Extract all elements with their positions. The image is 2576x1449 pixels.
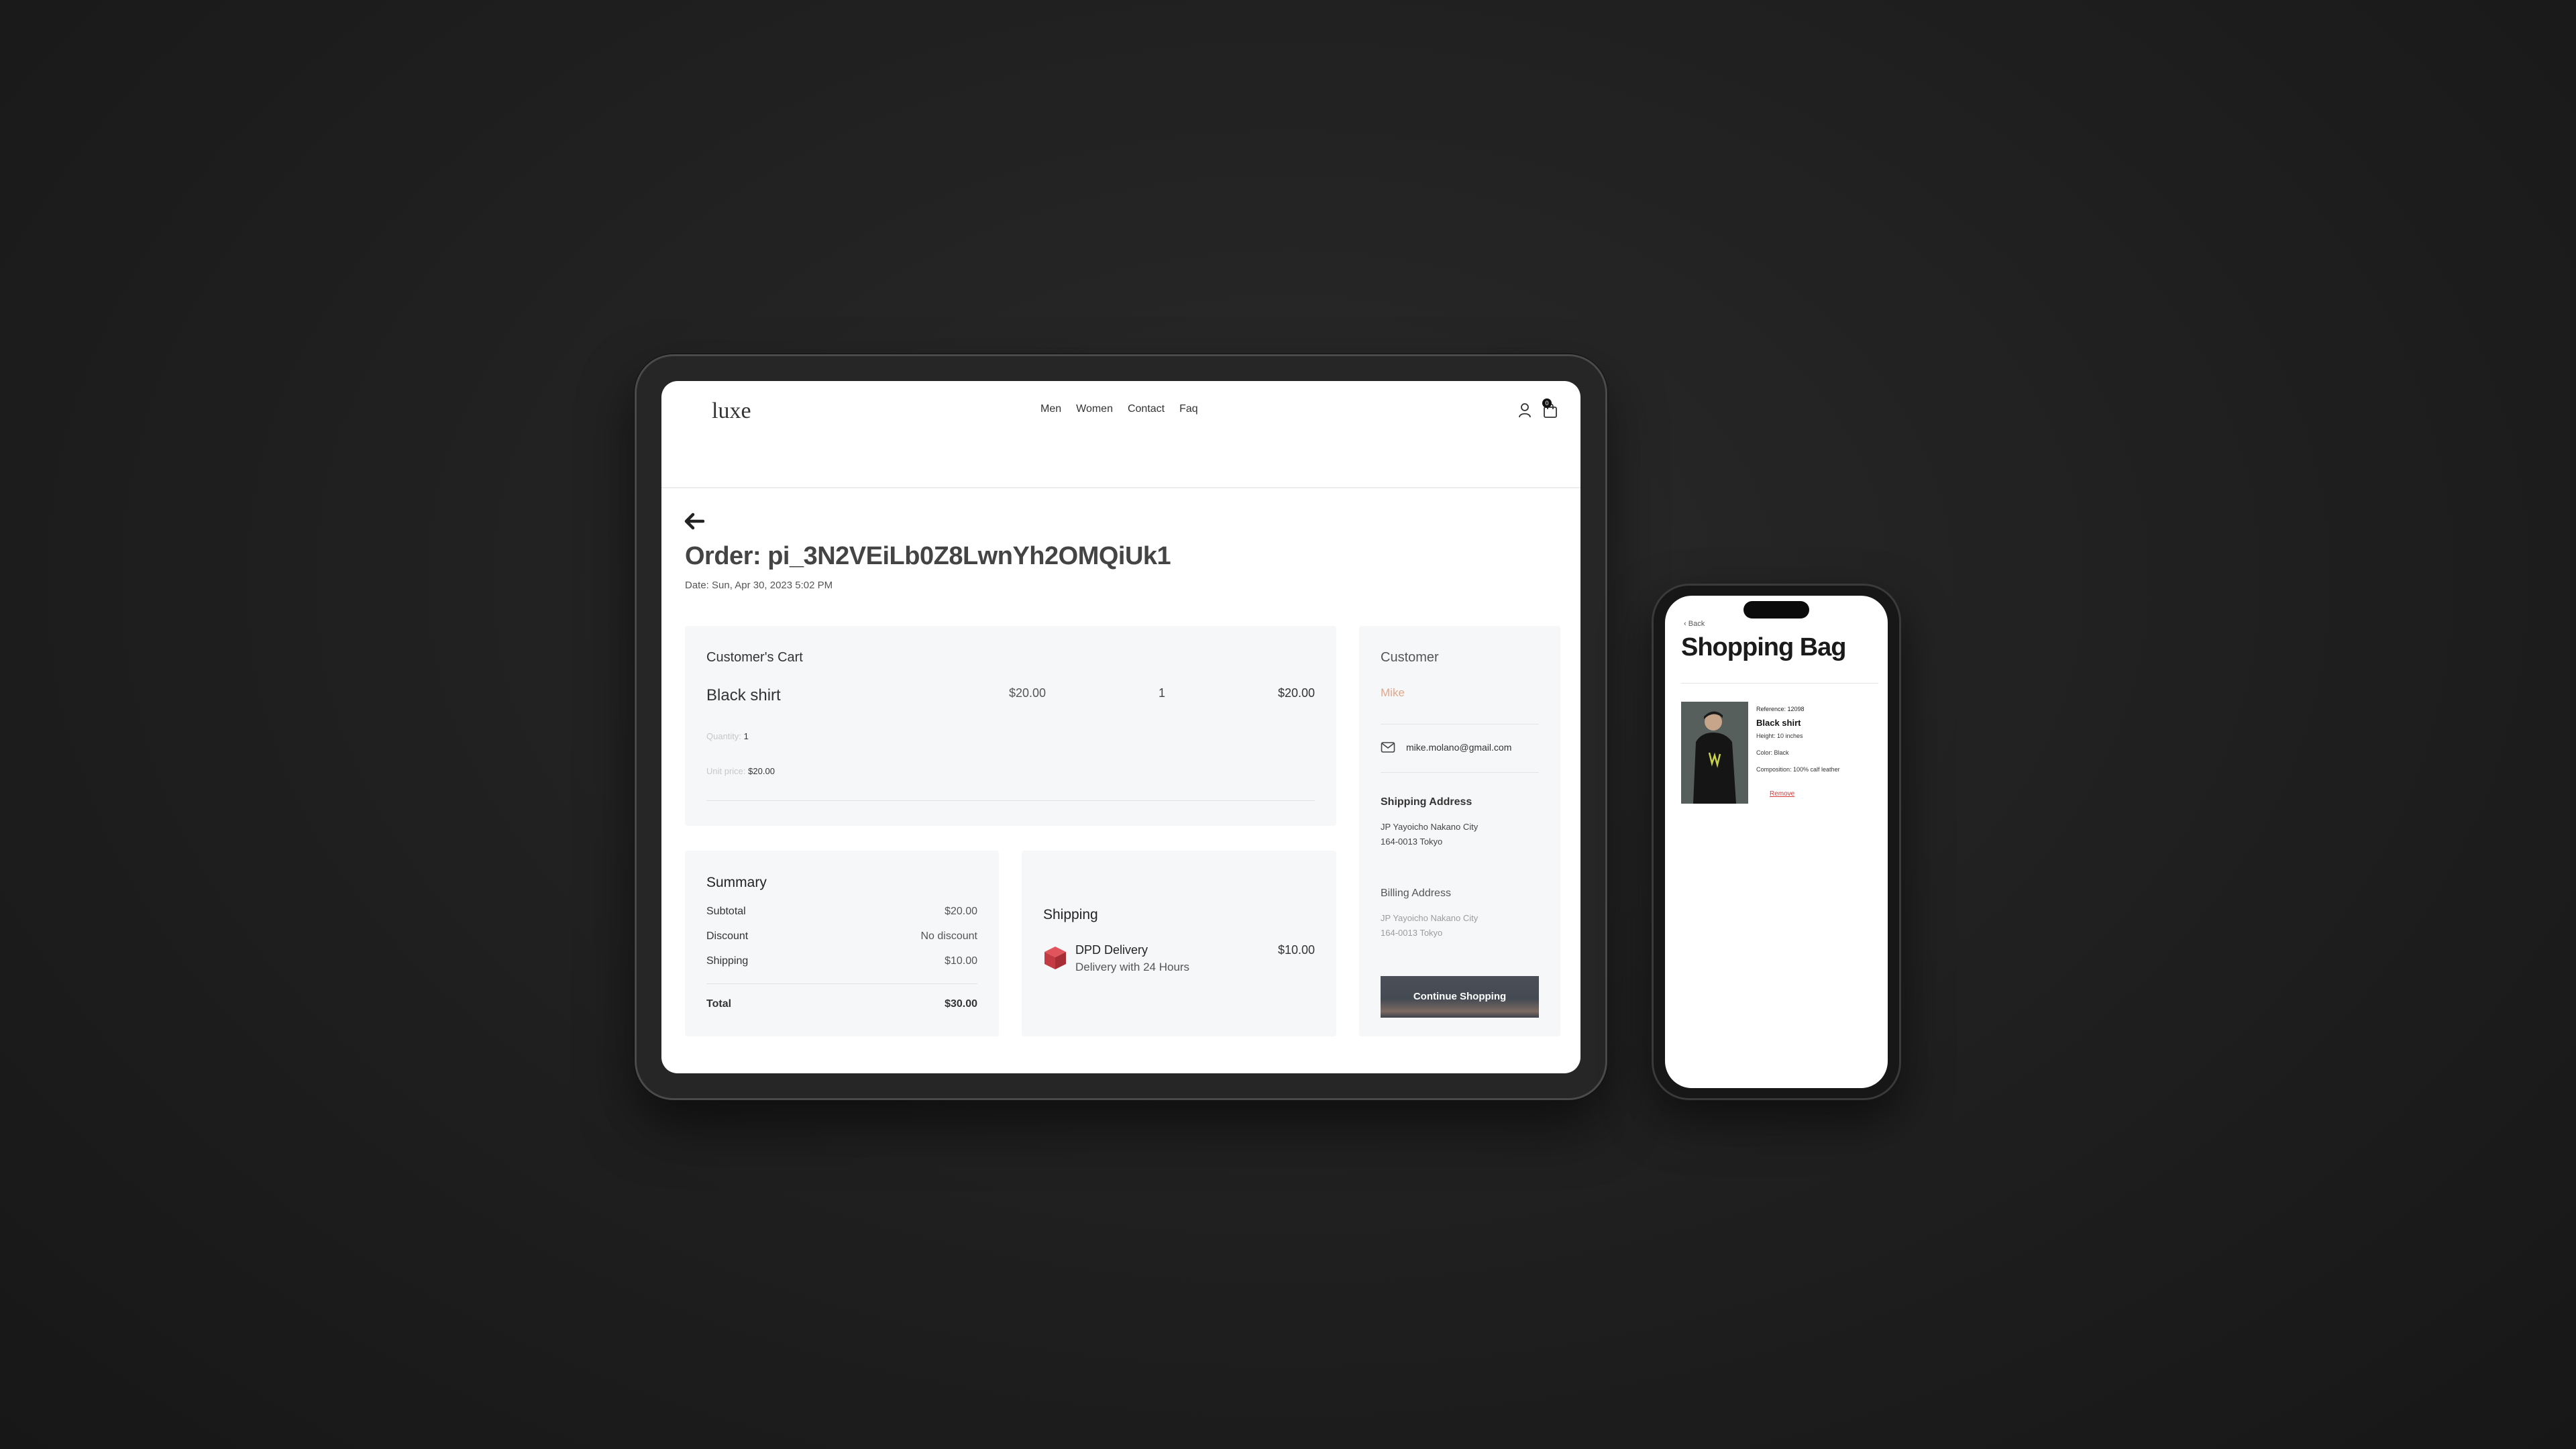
page-title: Shopping Bag <box>1681 633 1847 661</box>
mail-icon <box>1381 742 1395 753</box>
customer-cart-card: Customer's Cart Black shirt $20.00 1 $20… <box>685 626 1336 826</box>
product-height: Height: 10 inches <box>1756 733 1803 739</box>
continue-shopping-button[interactable]: Continue Shopping <box>1381 976 1539 1018</box>
unit-price-value: $20.00 <box>748 766 775 776</box>
package-icon <box>1044 947 1066 969</box>
cart-title: Customer's Cart <box>706 650 803 665</box>
nav-link-men[interactable]: Men <box>1040 403 1061 415</box>
phone-divider <box>1681 683 1878 684</box>
shipping-title: Shipping <box>1043 907 1098 922</box>
back-label: Back <box>1688 620 1705 628</box>
unit-price-label: Unit price: <box>706 766 746 776</box>
summary-divider <box>706 983 977 984</box>
product-color: Color: Black <box>1756 749 1789 756</box>
shipping-address-line: JP Yayoicho Nakano City <box>1381 822 1479 832</box>
summary-row-discount: Discount No discount <box>706 930 977 945</box>
product-image[interactable] <box>1681 702 1748 804</box>
shipping-address-line: 164-0013 Tokyo <box>1381 837 1443 847</box>
nav-link-contact[interactable]: Contact <box>1128 403 1165 415</box>
tablet-device: luxe Men Women Contact Faq 0 Order: pi_3… <box>635 354 1607 1100</box>
shipping-method: DPD Delivery <box>1075 943 1148 957</box>
nav-link-faq[interactable]: Faq <box>1179 403 1198 415</box>
summary-title: Summary <box>706 875 767 890</box>
shipping-description: Delivery with 24 Hours <box>1075 961 1190 973</box>
cart-divider <box>706 800 1315 801</box>
quantity-value: 1 <box>743 731 749 741</box>
customer-name: Mike <box>1381 686 1405 699</box>
summary-label: Shipping <box>706 955 749 967</box>
product-name: Black shirt <box>1756 718 1801 728</box>
total-label: Total <box>706 998 732 1010</box>
summary-value: $10.00 <box>945 955 977 967</box>
chevron-left-icon: ‹ <box>1684 620 1686 628</box>
nav-links: Men Women Contact Faq <box>1040 403 1198 415</box>
total-value: $30.00 <box>945 998 977 1010</box>
summary-row-subtotal: Subtotal $20.00 <box>706 906 977 920</box>
cart-count-badge: 0 <box>1542 398 1552 408</box>
summary-row-shipping: Shipping $10.00 <box>706 955 977 970</box>
nav-link-women[interactable]: Women <box>1076 403 1113 415</box>
customer-title: Customer <box>1381 650 1439 665</box>
phone-device: ‹ Back Shopping Bag Reference: 12098 Bla… <box>1652 584 1901 1100</box>
customer-card: Customer Mike mike.molano@gmail.com Ship… <box>1359 626 1560 1036</box>
billing-address-line: JP Yayoicho Nakano City <box>1381 913 1479 923</box>
billing-address-line: 164-0013 Tokyo <box>1381 928 1443 938</box>
cart-item-name: Black shirt <box>706 686 781 704</box>
customer-email[interactable]: mike.molano@gmail.com <box>1406 742 1511 753</box>
shipping-address-title: Shipping Address <box>1381 796 1472 808</box>
cart-unit-price-line: Unit price: $20.00 <box>706 766 775 776</box>
back-arrow-icon[interactable] <box>684 513 705 530</box>
tablet-screen: luxe Men Women Contact Faq 0 Order: pi_3… <box>661 381 1580 1073</box>
remove-button[interactable]: Remove <box>1770 790 1794 798</box>
cart-item-price: $20.00 <box>1009 686 1046 700</box>
product-composition: Composition: 100% calf leather <box>1756 766 1840 773</box>
cart-item-total: $20.00 <box>1278 686 1316 700</box>
back-link[interactable]: ‹ Back <box>1684 620 1705 628</box>
phone-screen: ‹ Back Shopping Bag Reference: 12098 Bla… <box>1665 596 1888 1088</box>
customer-divider <box>1381 772 1539 773</box>
shipping-card: Shipping DPD Delivery Delivery with 24 H… <box>1022 851 1336 1036</box>
billing-address-title: Billing Address <box>1381 888 1451 899</box>
summary-value: No discount <box>920 930 978 942</box>
summary-value: $20.00 <box>945 906 977 917</box>
summary-label: Subtotal <box>706 906 746 917</box>
summary-label: Discount <box>706 930 749 942</box>
brand-logo[interactable]: luxe <box>712 398 751 424</box>
summary-card: Summary Subtotal $20.00 Discount No disc… <box>685 851 999 1036</box>
order-date: Date: Sun, Apr 30, 2023 5:02 PM <box>685 580 833 591</box>
summary-row-total: Total $30.00 <box>706 998 977 1013</box>
dynamic-island <box>1743 601 1809 619</box>
user-icon[interactable] <box>1518 402 1532 419</box>
order-title: Order: pi_3N2VEiLb0Z8LwnYh2OMQiUk1 <box>685 542 1171 570</box>
cart-quantity-line: Quantity: 1 <box>706 731 749 741</box>
top-navigation: luxe Men Women Contact Faq 0 <box>661 381 1580 488</box>
cart-item-quantity: 1 <box>1159 686 1166 700</box>
quantity-label: Quantity: <box>706 731 742 741</box>
product-reference: Reference: 12098 <box>1756 706 1805 712</box>
shipping-price: $10.00 <box>1277 943 1315 957</box>
